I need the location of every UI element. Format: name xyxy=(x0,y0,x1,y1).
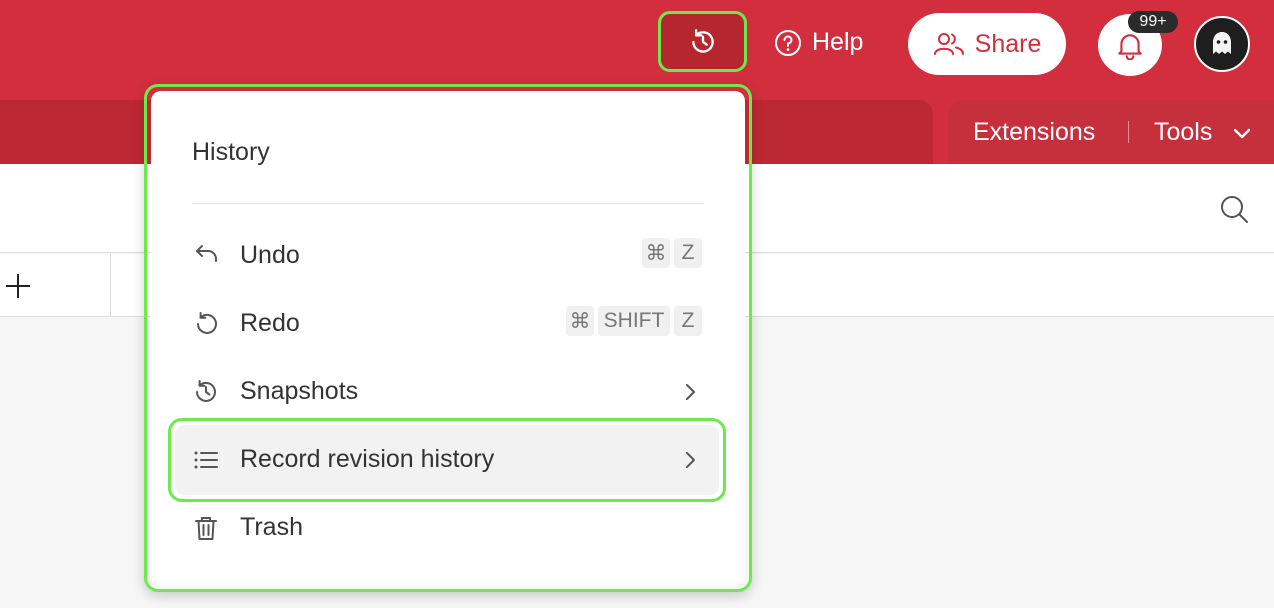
redo-icon xyxy=(197,312,217,334)
menu-item-trash[interactable]: Trash xyxy=(180,496,716,560)
chevron-down-icon[interactable] xyxy=(1230,121,1254,145)
menu-item-label: Redo xyxy=(240,309,300,337)
ghost-icon xyxy=(1213,32,1231,54)
tools-button[interactable]: Tools xyxy=(1154,118,1212,147)
extensions-button[interactable]: Extensions xyxy=(973,118,1095,147)
shortcut-key: ⌘ xyxy=(566,306,594,336)
chevron-right-icon xyxy=(686,452,695,468)
shortcut-key: Z xyxy=(674,238,702,268)
users-icon xyxy=(933,33,964,55)
menu-item-label: Snapshots xyxy=(240,377,359,405)
chevron-right-icon xyxy=(686,384,695,400)
history-menu-title: History xyxy=(192,138,270,166)
menu-item-record-revision-history[interactable]: Record revision history xyxy=(180,428,716,492)
help-label: Help xyxy=(812,28,864,56)
menu-item-redo[interactable]: Redo ⌘ SHIFT Z xyxy=(180,292,716,356)
shortcut-key: ⌘ xyxy=(642,238,670,268)
history-icon xyxy=(691,28,714,53)
undo-icon xyxy=(196,245,217,262)
avatar[interactable] xyxy=(1194,16,1250,72)
history-icon xyxy=(196,380,216,402)
trash-icon xyxy=(195,517,217,540)
help-circle-icon xyxy=(775,29,801,56)
share-label: Share xyxy=(974,29,1042,58)
menu-item-label: Undo xyxy=(240,241,300,269)
menu-item-label: Record revision history xyxy=(240,445,495,473)
menu-item-undo[interactable]: Undo ⌘ Z xyxy=(180,224,716,288)
plus-icon[interactable] xyxy=(4,272,32,300)
shortcut-key: Z xyxy=(674,306,702,336)
list-icon xyxy=(194,451,218,469)
notification-badge: 99+ xyxy=(1128,11,1178,33)
bell-icon xyxy=(1118,34,1142,60)
menu-item-snapshots[interactable]: Snapshots xyxy=(180,360,716,424)
menu-divider xyxy=(192,203,704,204)
help-button[interactable]: Help xyxy=(774,28,863,57)
menu-item-label: Trash xyxy=(240,513,303,541)
search-icon[interactable] xyxy=(1218,193,1250,225)
history-button[interactable] xyxy=(658,11,747,72)
sub-bar-divider xyxy=(1128,121,1129,143)
shortcut-key: SHIFT xyxy=(598,306,670,336)
share-button[interactable]: Share xyxy=(908,13,1066,75)
